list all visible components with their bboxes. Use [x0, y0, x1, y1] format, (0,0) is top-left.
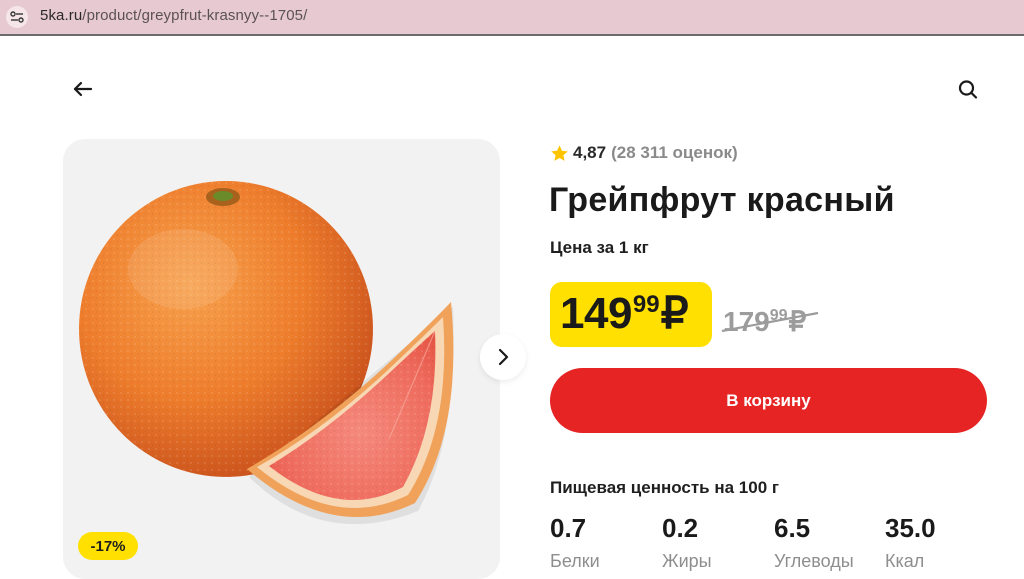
arrow-left-icon [73, 81, 93, 97]
old-price-integer: 179 [723, 306, 770, 337]
nutrition-value: 35.0 [885, 513, 936, 543]
browser-address-bar: 5ka.ru/product/greypfrut-krasnyy--1705/ [0, 0, 1024, 36]
search-icon [958, 80, 978, 99]
current-price: 149 99 ₽ [560, 289, 689, 339]
nutrition-label: Углеводы [774, 551, 854, 571]
nutrition-fat: 0.2 Жиры [662, 512, 712, 574]
product-rating[interactable]: 4,87 (28 311 оценок) [550, 143, 738, 163]
url-field[interactable]: 5ka.ru/product/greypfrut-krasnyy--1705/ [40, 7, 307, 24]
current-price-integer: 149 [560, 289, 632, 338]
nutrition-protein: 0.7 Белки [550, 512, 600, 574]
current-price-currency: ₽ [660, 289, 689, 338]
old-price-fraction: 99 [769, 307, 788, 324]
rating-value: 4,87 [573, 143, 607, 162]
price-unit-label: Цена за 1 кг [550, 238, 649, 257]
add-to-cart-button[interactable]: В корзину [550, 368, 987, 433]
grapefruit-photo [79, 181, 454, 525]
rating-count: (28 311 оценок) [611, 143, 738, 162]
add-to-cart-label: В корзину [726, 390, 811, 410]
nutrition-kcal: 35.0 Ккал [885, 512, 936, 574]
discount-badge: -17% [78, 532, 138, 560]
url-path: /product/greypfrut-krasnyy--1705/ [82, 7, 308, 24]
product-image-card[interactable] [63, 139, 500, 579]
next-image-button[interactable] [480, 334, 526, 380]
back-button[interactable] [70, 77, 96, 101]
search-button[interactable] [955, 77, 981, 101]
current-price-fraction: 99 [632, 291, 660, 318]
url-domain: 5ka.ru [40, 7, 83, 24]
nutrition-value: 0.7 [550, 513, 587, 543]
nutrition-label: Белки [550, 551, 600, 571]
nutrition-value: 6.5 [774, 513, 811, 543]
chevron-right-icon [498, 348, 509, 366]
old-price-currency: ₽ [788, 306, 807, 337]
nutrition-title: Пищевая ценность на 100 г [550, 478, 779, 497]
nutrition-value: 0.2 [662, 513, 699, 543]
site-settings-icon[interactable] [6, 6, 28, 28]
star-icon [551, 144, 568, 161]
nutrition-label: Жиры [662, 551, 712, 571]
old-price: 179 99 ₽ [723, 305, 806, 339]
nutrition-label: Ккал [885, 551, 925, 571]
nutrition-carbs: 6.5 Углеводы [774, 512, 854, 574]
product-title: Грейпфрут красный [549, 181, 895, 219]
